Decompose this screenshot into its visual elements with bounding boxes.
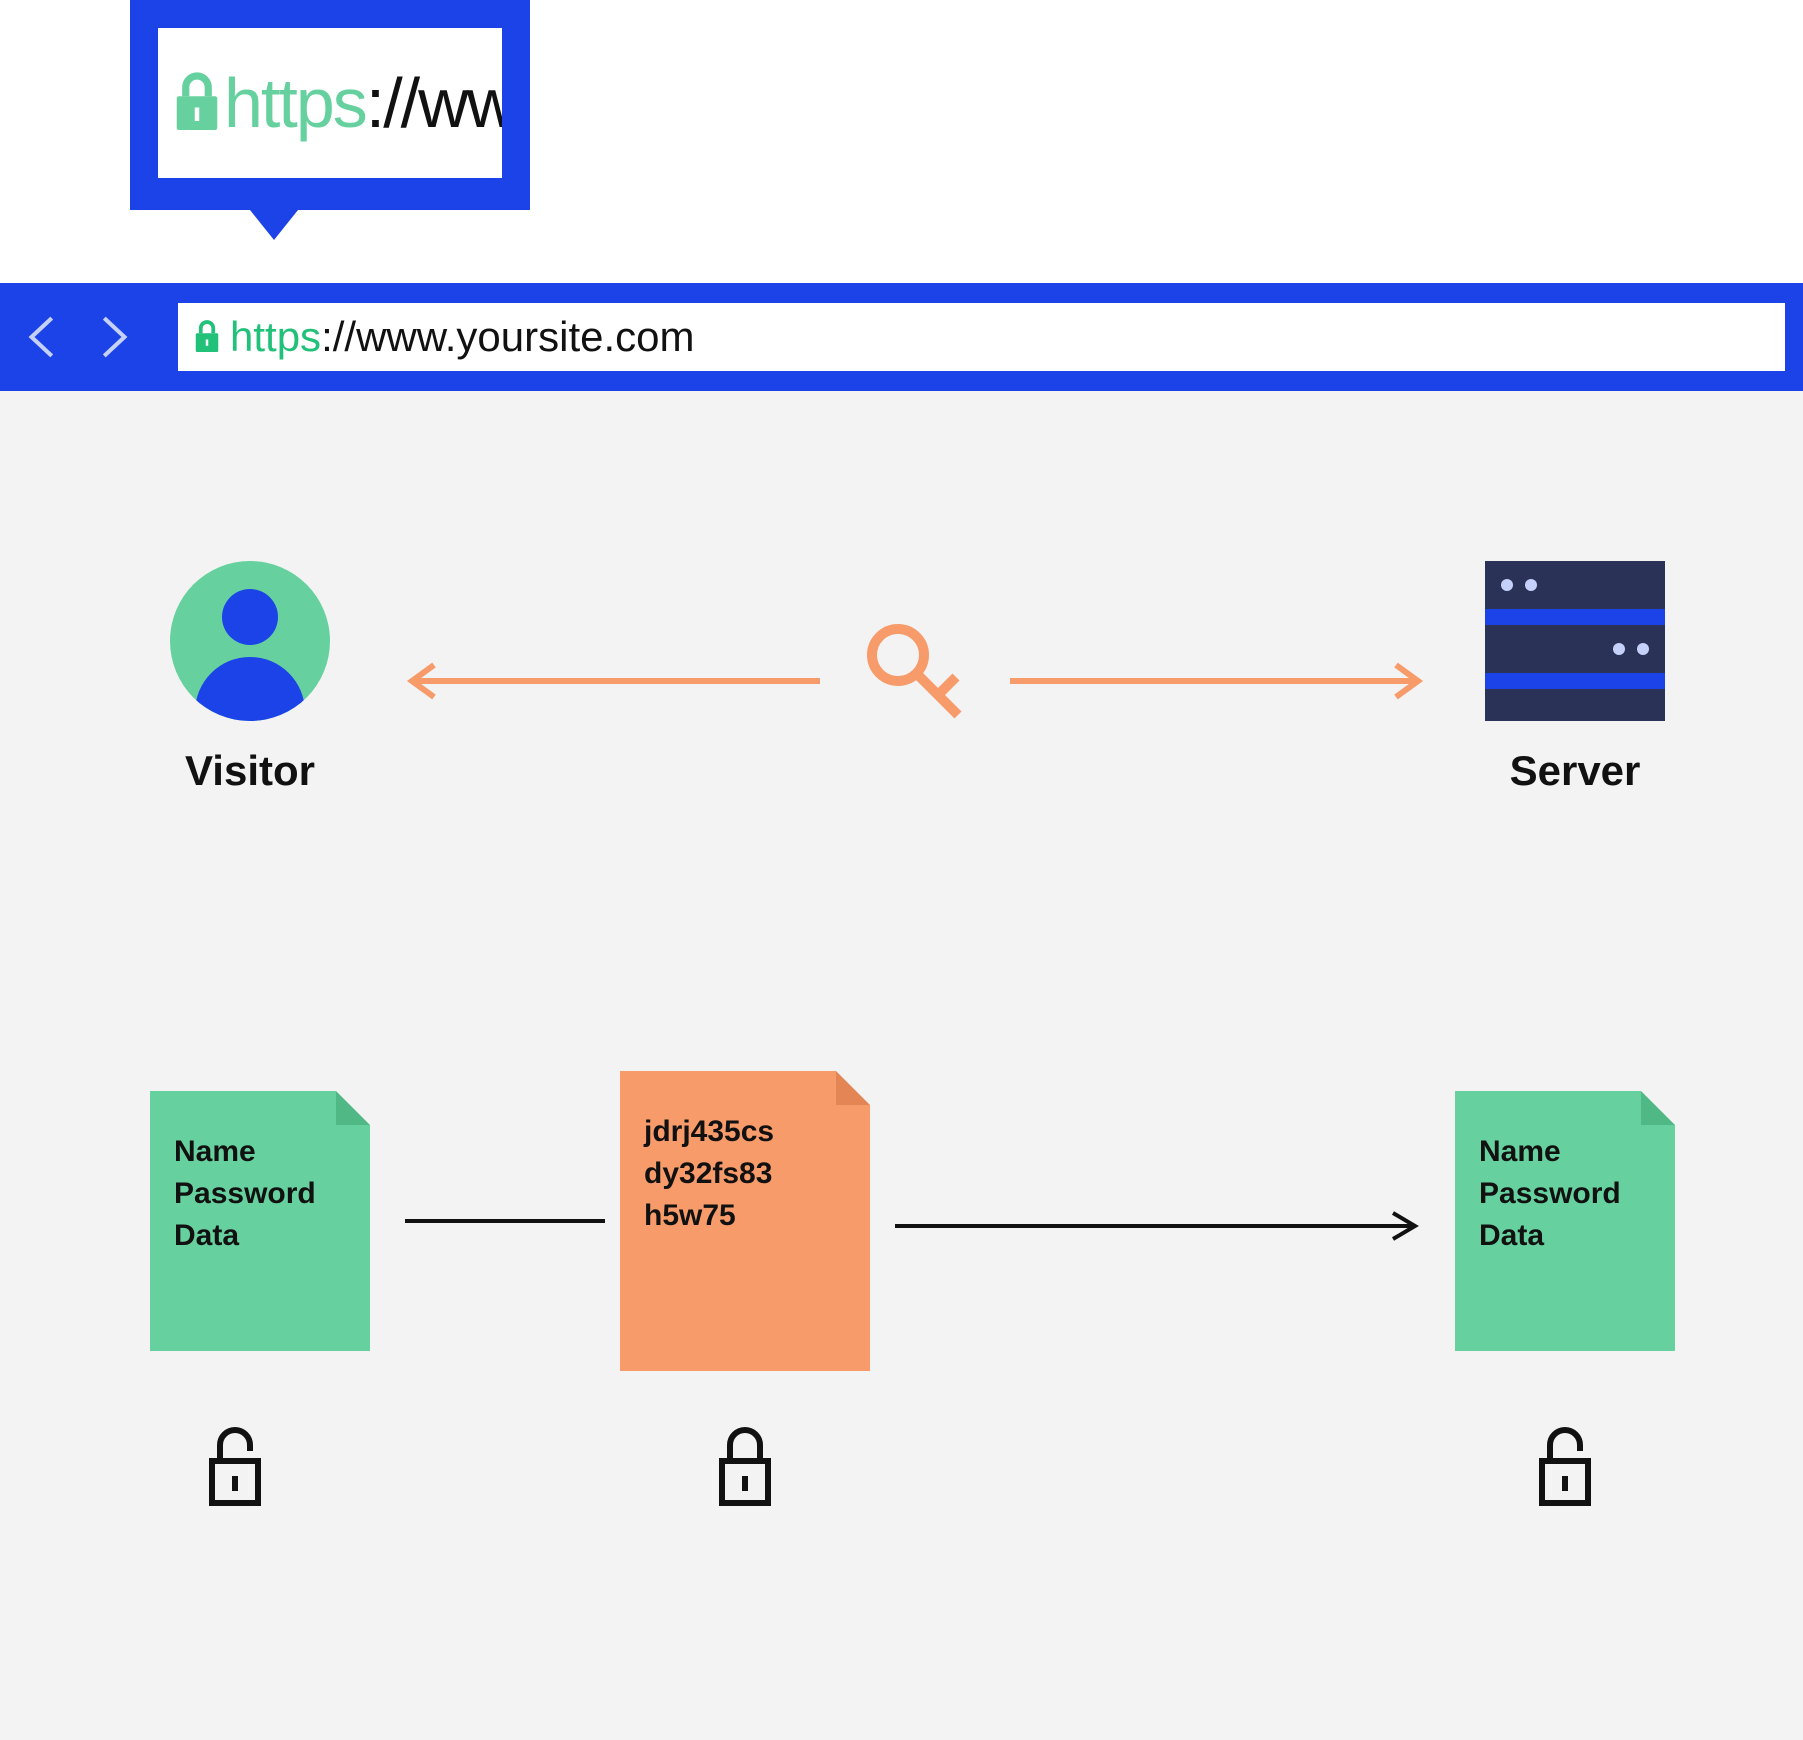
key-icon <box>860 617 970 727</box>
unlock-icon <box>1530 1421 1600 1511</box>
https-callout: https://ww <box>130 0 530 210</box>
decrypted-document: Name Password Data <box>1455 1091 1675 1351</box>
doc2-line3: h5w75 <box>644 1195 846 1237</box>
arrow-right-icon <box>405 1211 605 1231</box>
forward-button[interactable] <box>84 310 138 364</box>
callout-https: https <box>224 64 366 142</box>
https-callout-inner: https://ww <box>158 28 502 178</box>
arrow-left-icon <box>400 661 820 701</box>
key-exchange-row <box>400 611 1430 731</box>
address-bar[interactable]: https://www.yoursite.com <box>178 303 1785 371</box>
callout-tail <box>250 210 298 240</box>
encryption-flow-row: Name Password Data jdrj435cs dy32fs83 h5… <box>0 1091 1803 1591</box>
plaintext-document: Name Password Data <box>150 1091 370 1351</box>
visitor-actor: Visitor <box>150 561 350 795</box>
lock-icon <box>170 68 224 138</box>
doc2-line2: dy32fs83 <box>644 1153 846 1195</box>
server-icon <box>1485 561 1665 721</box>
person-icon <box>170 561 330 721</box>
lock-icon <box>192 317 222 357</box>
doc1-line2: Password <box>174 1173 346 1215</box>
doc3-line3: Data <box>1479 1215 1651 1257</box>
doc1-line1: Name <box>174 1131 346 1173</box>
lock-icon <box>710 1421 780 1511</box>
callout-url-text: https://ww <box>224 63 502 143</box>
doc3-line1: Name <box>1479 1131 1651 1173</box>
address-https: https <box>230 313 321 360</box>
callout-rest: ://ww <box>366 64 502 142</box>
visitor-label: Visitor <box>150 747 350 795</box>
diagram-panel: Visitor Server <box>0 391 1803 1740</box>
doc1-line3: Data <box>174 1215 346 1257</box>
back-button[interactable] <box>18 310 72 364</box>
unlock-icon <box>200 1421 270 1511</box>
arrow-right-icon <box>895 1211 1425 1241</box>
browser-toolbar: https://www.yoursite.com <box>0 283 1803 391</box>
arrow-right-icon <box>1010 661 1430 701</box>
server-label: Server <box>1475 747 1675 795</box>
address-text: https://www.yoursite.com <box>230 313 695 361</box>
doc2-line1: jdrj435cs <box>644 1111 846 1153</box>
doc3-line2: Password <box>1479 1173 1651 1215</box>
server-actor: Server <box>1475 561 1675 795</box>
encrypted-document: jdrj435cs dy32fs83 h5w75 <box>620 1071 870 1371</box>
address-rest: ://www.yoursite.com <box>321 313 694 360</box>
